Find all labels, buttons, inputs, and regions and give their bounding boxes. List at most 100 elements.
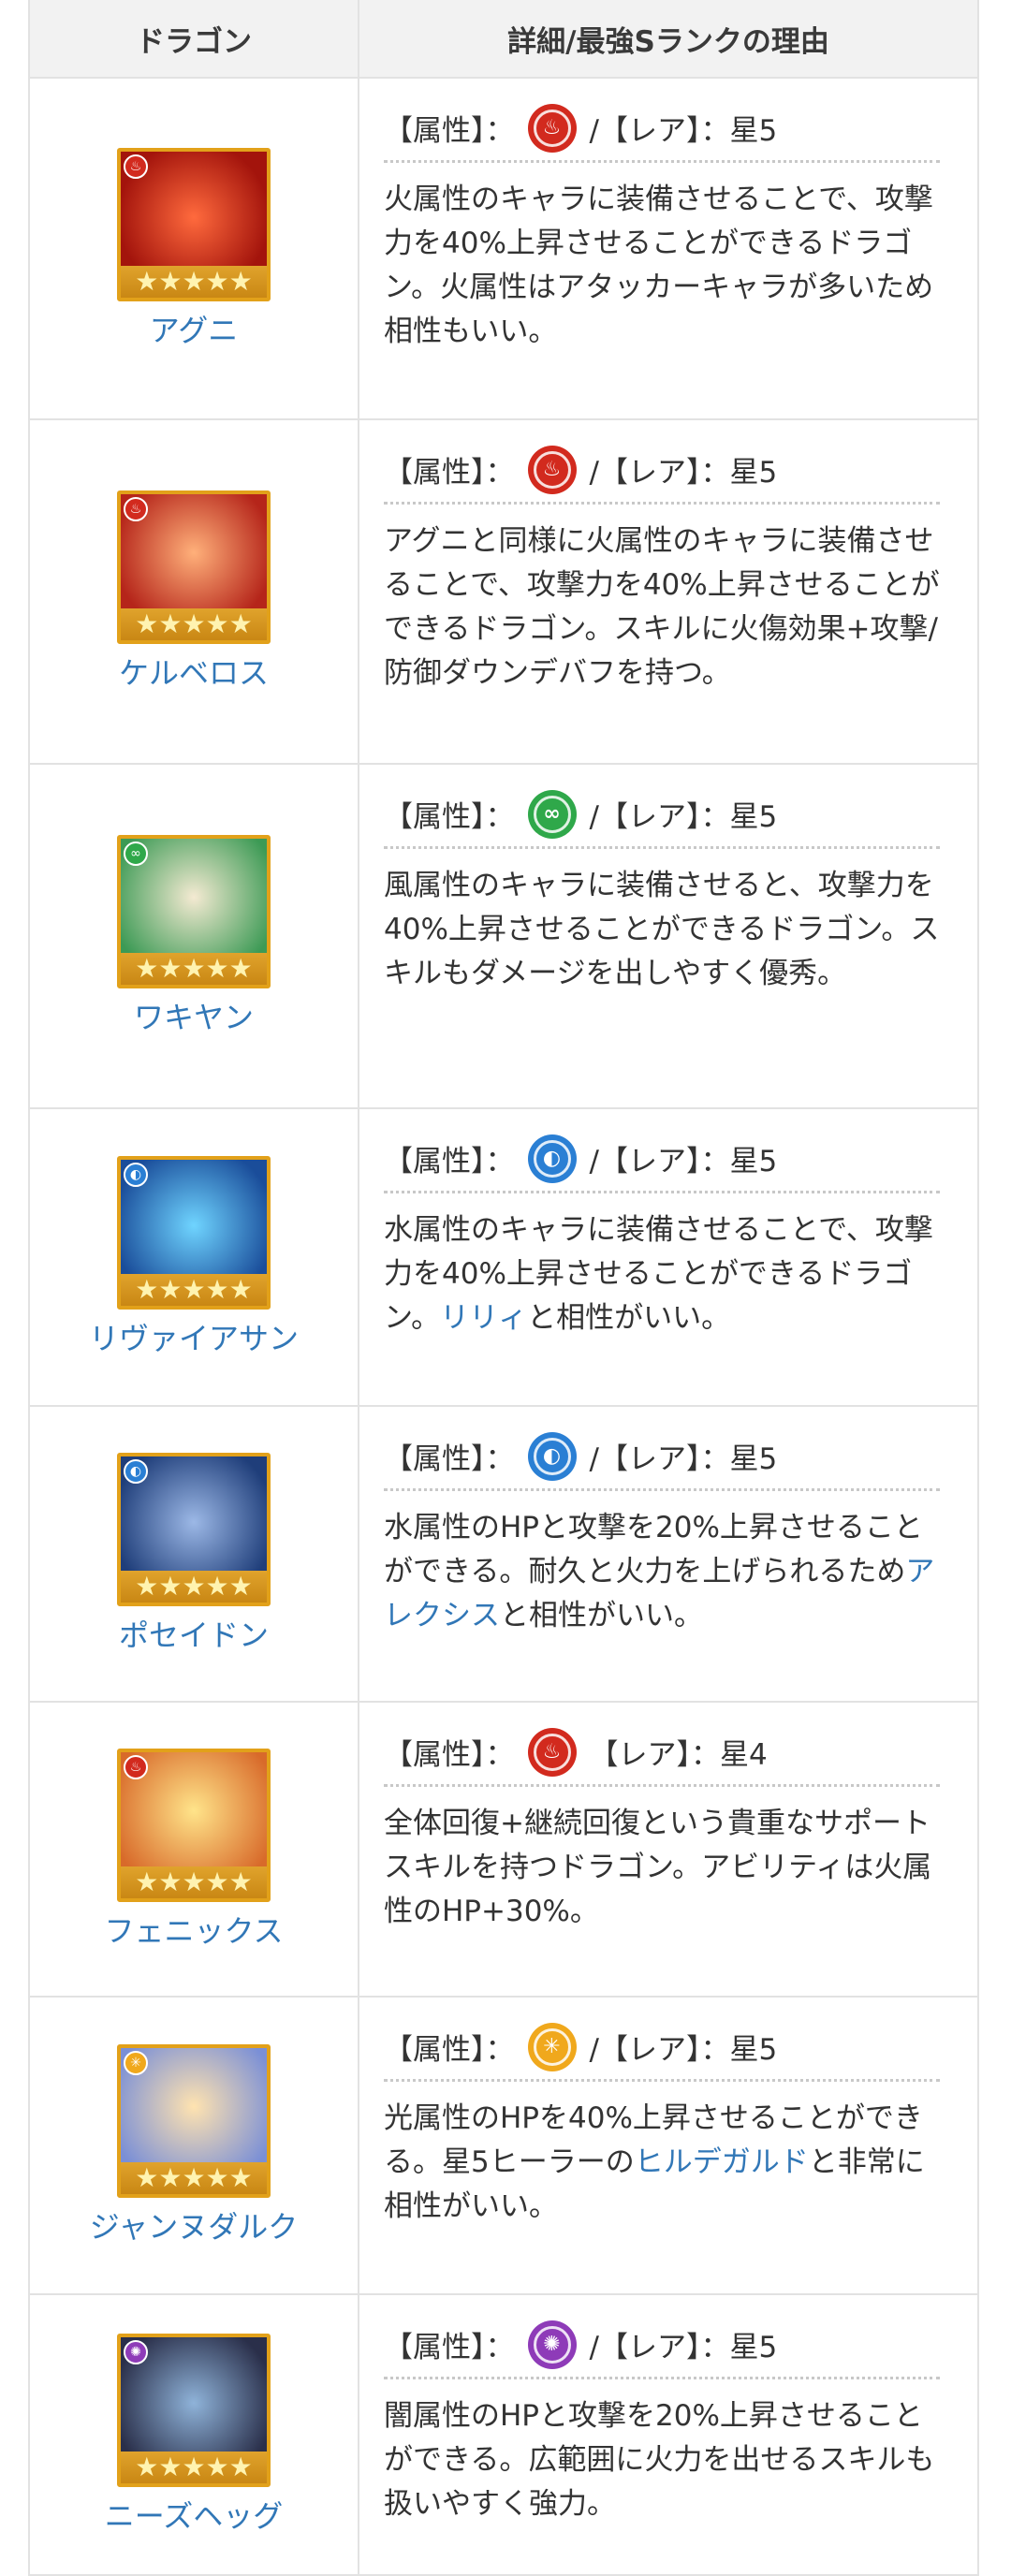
water-icon: ◐ (124, 1163, 148, 1187)
table-row: ✺ ★★★★★ ニーズヘッグ 【属性】： ✺ /【レア】：星5 闇属性のHPと攻… (30, 2295, 977, 2576)
desc-text: 火属性のキャラに装備させることで、攻撃力を40%上昇させることができるドラゴン。… (384, 183, 934, 348)
wind-icon: ∞ (124, 842, 148, 866)
fire-icon: ♨ (527, 445, 577, 494)
dragon-name-link[interactable]: ワキヤン (134, 994, 254, 1037)
dragon-table: ドラゴン 詳細/最強Sランクの理由 ♨ ★★★★★ アグニ 【属性】： ♨ /【… (28, 0, 979, 2576)
dragon-name-link[interactable]: フェニックス (104, 1908, 283, 1951)
attribute-rarity-line: 【属性】： ♨ 【レア】：星4 (384, 1720, 940, 1787)
table-row: ♨ ★★★★★ ケルベロス 【属性】： ♨ /【レア】：星5 アグニと同様に火属… (30, 420, 977, 765)
fire-icon: ♨ (124, 1754, 148, 1779)
desc-text: アグニと同様に火属性のキャラに装備させることで、攻撃力を40%上昇させることがで… (384, 524, 940, 690)
water-icon: ◐ (124, 1459, 148, 1484)
dragon-description: 全体回復+継続回復という貴重なサポートスキルを持つドラゴン。アビリティは火属性の… (384, 1787, 940, 1934)
attribute-label: 【属性】： (384, 456, 515, 490)
dragon-thumbnail[interactable]: ♨ ★★★★★ (117, 147, 271, 301)
fire-icon: ♨ (124, 154, 148, 179)
desc-text: 闇属性のHPと攻撃を20%上昇させることができる。広範囲に火力を出せるスキルも扱… (384, 2399, 935, 2521)
character-link[interactable]: ヒルデガルド (635, 2145, 809, 2179)
attribute-rarity-line: 【属性】： ✳ /【レア】：星5 (384, 2014, 940, 2082)
attribute-label: 【属性】： (384, 2033, 515, 2067)
star-rating: ★★★★★ (121, 1571, 267, 1603)
detail-cell: 【属性】： ◐ /【レア】：星5 水属性のHPと攻撃を20%上昇させることができ… (359, 1407, 977, 1701)
dragon-cell: ♨ ★★★★★ ケルベロス (30, 420, 359, 763)
table-row: ♨ ★★★★★ アグニ 【属性】： ♨ /【レア】：星5 火属性のキャラに装備さ… (30, 79, 977, 420)
table-row: ✳ ★★★★★ ジャンヌダルク 【属性】： ✳ /【レア】：星5 光属性のHPを… (30, 1998, 977, 2295)
rarity-label: /【レア】：星5 (589, 2033, 778, 2067)
rarity-label: /【レア】：星5 (589, 1442, 778, 1476)
attribute-rarity-line: 【属性】： ◐ /【レア】：星5 (384, 1424, 940, 1491)
dragon-name-link[interactable]: アグニ (150, 307, 238, 350)
desc-text: 全体回復+継続回復という貴重なサポートスキルを持つドラゴン。アビリティは火属性の… (384, 1807, 932, 1928)
dragon-cell: ✳ ★★★★★ ジャンヌダルク (30, 1998, 359, 2293)
desc-text: と相性がいい。 (500, 1599, 703, 1632)
detail-cell: 【属性】： ♨ /【レア】：星5 火属性のキャラに装備させることで、攻撃力を40… (359, 79, 977, 418)
star-rating: ★★★★★ (121, 1866, 267, 1898)
dragon-description: 水属性のHPと攻撃を20%上昇させることができる。耐久と火力を上げられるためアレ… (384, 1491, 940, 1638)
dragon-name-link[interactable]: ジャンヌダルク (90, 2203, 298, 2247)
dragon-thumbnail[interactable]: ♨ ★★★★★ (117, 1748, 271, 1902)
attribute-label: 【属性】： (384, 1145, 515, 1178)
attribute-label: 【属性】： (384, 1738, 515, 1772)
attribute-rarity-line: 【属性】： ♨ /【レア】：星5 (384, 95, 940, 163)
dragon-description: 光属性のHPを40%上昇させることができる。星5ヒーラーのヒルデガルドと非常に相… (384, 2082, 940, 2229)
dragon-thumbnail[interactable]: ♨ ★★★★★ (117, 490, 271, 644)
rarity-label: /【レア】：星5 (589, 456, 778, 490)
dragon-thumbnail[interactable]: ✳ ★★★★★ (117, 2044, 271, 2198)
desc-text: 水属性のHPと攻撃を20%上昇させることができる。耐久と火力を上げられるため (384, 1511, 923, 1588)
light-icon: ✳ (527, 2022, 577, 2071)
attribute-rarity-line: 【属性】： ♨ /【レア】：星5 (384, 437, 940, 505)
star-rating: ★★★★★ (121, 953, 267, 985)
attribute-label: 【属性】： (384, 800, 515, 834)
desc-text: と相性がいい。 (527, 1301, 731, 1335)
desc-text: 風属性のキャラに装備させると、攻撃力を40%上昇させることができるドラゴン。スキ… (384, 869, 940, 990)
detail-cell: 【属性】： ◐ /【レア】：星5 水属性のキャラに装備させることで、攻撃力を40… (359, 1109, 977, 1405)
dragon-name-link[interactable]: ニーズヘッグ (105, 2493, 283, 2536)
dragon-cell: ♨ ★★★★★ フェニックス (30, 1703, 359, 1996)
dark-icon: ✺ (124, 2340, 148, 2364)
table-header: ドラゴン 詳細/最強Sランクの理由 (30, 0, 977, 79)
attribute-label: 【属性】： (384, 1442, 515, 1476)
fire-icon: ♨ (527, 1727, 577, 1777)
dragon-name-link[interactable]: リヴァイアサン (89, 1315, 299, 1358)
dragon-name-link[interactable]: ポセイドン (119, 1612, 269, 1655)
star-rating: ★★★★★ (121, 608, 267, 640)
dragon-description: 風属性のキャラに装備させると、攻撃力を40%上昇させることができるドラゴン。スキ… (384, 849, 940, 996)
dark-icon: ✺ (527, 2320, 577, 2369)
attribute-label: 【属性】： (384, 2331, 515, 2364)
water-icon: ◐ (527, 1431, 577, 1481)
table-row: ∞ ★★★★★ ワキヤン 【属性】： ∞ /【レア】：星5 風属性のキャラに装備… (30, 765, 977, 1109)
light-icon: ✳ (124, 2051, 148, 2075)
table-row: ♨ ★★★★★ フェニックス 【属性】： ♨ 【レア】：星4 全体回復+継続回復… (30, 1703, 977, 1998)
dragon-thumbnail[interactable]: ◐ ★★★★★ (117, 1156, 271, 1310)
dragon-cell: ◐ ★★★★★ ポセイドン (30, 1407, 359, 1701)
table-row: ◐ ★★★★★ ポセイドン 【属性】： ◐ /【レア】：星5 水属性のHPと攻撃… (30, 1407, 977, 1703)
dragon-thumbnail[interactable]: ◐ ★★★★★ (117, 1453, 271, 1606)
table-row: ◐ ★★★★★ リヴァイアサン 【属性】： ◐ /【レア】：星5 水属性のキャラ… (30, 1109, 977, 1407)
dragon-description: 水属性のキャラに装備させることで、攻撃力を40%上昇させることができるドラゴン。… (384, 1193, 940, 1340)
dragon-description: 火属性のキャラに装備させることで、攻撃力を40%上昇させることができるドラゴン。… (384, 163, 940, 354)
attribute-label: 【属性】： (384, 114, 515, 148)
dragon-cell: ✺ ★★★★★ ニーズヘッグ (30, 2295, 359, 2574)
header-detail: 詳細/最強Sランクの理由 (507, 24, 829, 59)
dragon-cell: ♨ ★★★★★ アグニ (30, 79, 359, 418)
dragon-description: 闇属性のHPと攻撃を20%上昇させることができる。広範囲に火力を出せるスキルも扱… (384, 2379, 940, 2526)
wind-icon: ∞ (527, 789, 577, 839)
attribute-rarity-line: 【属性】： ∞ /【レア】：星5 (384, 782, 940, 849)
detail-cell: 【属性】： ✺ /【レア】：星5 闇属性のHPと攻撃を20%上昇させることができ… (359, 2295, 977, 2574)
rarity-label: /【レア】：星5 (589, 800, 778, 834)
star-rating: ★★★★★ (121, 2452, 267, 2483)
detail-cell: 【属性】： ♨ 【レア】：星4 全体回復+継続回復という貴重なサポートスキルを持… (359, 1703, 977, 1996)
dragon-cell: ∞ ★★★★★ ワキヤン (30, 765, 359, 1107)
dragon-name-link[interactable]: ケルベロス (119, 650, 269, 693)
dragon-thumbnail[interactable]: ∞ ★★★★★ (117, 835, 271, 988)
attribute-rarity-line: 【属性】： ✺ /【レア】：星5 (384, 2312, 940, 2379)
dragon-description: アグニと同様に火属性のキャラに装備させることで、攻撃力を40%上昇させることがで… (384, 505, 940, 695)
detail-cell: 【属性】： ✳ /【レア】：星5 光属性のHPを40%上昇させることができる。星… (359, 1998, 977, 2293)
rarity-label: /【レア】：星5 (589, 114, 778, 148)
rarity-label: 【レア】：星4 (589, 1738, 768, 1772)
detail-cell: 【属性】： ∞ /【レア】：星5 風属性のキャラに装備させると、攻撃力を40%上… (359, 765, 977, 1107)
dragon-thumbnail[interactable]: ✺ ★★★★★ (117, 2334, 271, 2487)
header-dragon: ドラゴン (30, 0, 359, 77)
character-link[interactable]: リリィ (440, 1301, 527, 1335)
fire-icon: ♨ (527, 103, 577, 153)
